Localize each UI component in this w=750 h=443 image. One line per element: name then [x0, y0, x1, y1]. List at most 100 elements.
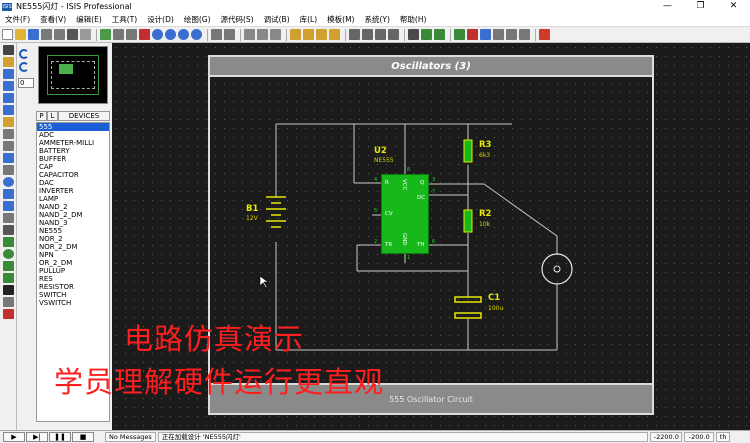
text-script-icon[interactable]: [3, 93, 14, 103]
minimize-button[interactable]: —: [651, 0, 684, 13]
tape-recorder-icon[interactable]: [3, 165, 14, 175]
pick-devices-button[interactable]: P: [36, 111, 47, 121]
stop-button[interactable]: ■: [72, 432, 94, 442]
list-item[interactable]: CAP: [37, 163, 109, 171]
save-icon[interactable]: [28, 29, 39, 40]
bus-icon[interactable]: [3, 105, 14, 115]
grid-icon[interactable]: [113, 29, 124, 40]
redo-icon[interactable]: [224, 29, 235, 40]
list-item[interactable]: RES: [37, 275, 109, 283]
menu-template[interactable]: 模板(M): [322, 14, 359, 25]
arc-icon[interactable]: [3, 261, 14, 271]
rotation-angle-field[interactable]: 0: [18, 78, 34, 88]
list-item[interactable]: NPN: [37, 251, 109, 259]
new-sheet-icon[interactable]: [454, 29, 465, 40]
list-item[interactable]: RESISTOR: [37, 283, 109, 291]
pick-device-icon[interactable]: [349, 29, 360, 40]
menu-design[interactable]: 设计(D): [142, 14, 179, 25]
pause-button[interactable]: ❚❚: [49, 432, 71, 442]
print-area-icon[interactable]: [80, 29, 91, 40]
menu-debug[interactable]: 调试(B): [259, 14, 295, 25]
import-icon[interactable]: [41, 29, 52, 40]
menu-graph[interactable]: 绘图(G): [179, 14, 216, 25]
wire-autorouter-icon[interactable]: [408, 29, 419, 40]
block-rotate-icon[interactable]: [316, 29, 327, 40]
property-assign-icon[interactable]: [434, 29, 445, 40]
export-icon[interactable]: [54, 29, 65, 40]
menu-system[interactable]: 系统(Y): [359, 14, 394, 25]
menu-help[interactable]: 帮助(H): [395, 14, 432, 25]
list-item[interactable]: DAC: [37, 179, 109, 187]
close-button[interactable]: ✕: [717, 0, 750, 13]
menu-tools[interactable]: 工具(T): [107, 14, 142, 25]
list-item[interactable]: LAMP: [37, 195, 109, 203]
maximize-button[interactable]: ❐: [684, 0, 717, 13]
overview-window[interactable]: [38, 46, 108, 104]
list-item[interactable]: AMMETER-MILLI: [37, 139, 109, 147]
symbol-icon[interactable]: [3, 297, 14, 307]
play-button[interactable]: ▶: [3, 432, 25, 442]
search-tag-icon[interactable]: [421, 29, 432, 40]
list-item[interactable]: SWITCH: [37, 291, 109, 299]
voltage-probe-icon[interactable]: [3, 189, 14, 199]
decompose-icon[interactable]: [388, 29, 399, 40]
ares-icon[interactable]: [539, 29, 550, 40]
path-icon[interactable]: [3, 273, 14, 283]
line-icon[interactable]: [3, 225, 14, 235]
block-move-icon[interactable]: [303, 29, 314, 40]
block-copy-icon[interactable]: [290, 29, 301, 40]
menu-library[interactable]: 库(L): [295, 14, 323, 25]
paste-icon[interactable]: [270, 29, 281, 40]
virtual-instruments-icon[interactable]: [3, 213, 14, 223]
list-item[interactable]: NAND_3: [37, 219, 109, 227]
list-item[interactable]: OR_2_DM: [37, 259, 109, 267]
menu-view[interactable]: 查看(V): [35, 14, 71, 25]
terminals-icon[interactable]: [3, 129, 14, 139]
list-item[interactable]: NOR_2_DM: [37, 243, 109, 251]
menu-source[interactable]: 源代码(S): [216, 14, 259, 25]
electrical-check-icon[interactable]: [506, 29, 517, 40]
step-button[interactable]: ▶|: [26, 432, 48, 442]
subcircuit-icon[interactable]: [3, 117, 14, 127]
zoom-in-icon[interactable]: [152, 29, 163, 40]
junction-dot-icon[interactable]: [3, 69, 14, 79]
list-item[interactable]: 555: [37, 123, 109, 131]
bill-of-materials-icon[interactable]: [493, 29, 504, 40]
zoom-all-icon[interactable]: [178, 29, 189, 40]
wire-label-icon[interactable]: [3, 81, 14, 91]
messages-indicator[interactable]: No Messages: [105, 432, 156, 442]
list-item[interactable]: NE555: [37, 227, 109, 235]
packaging-icon[interactable]: [375, 29, 386, 40]
open-file-icon[interactable]: [15, 29, 26, 40]
list-item[interactable]: NAND_2: [37, 203, 109, 211]
graph-icon[interactable]: [3, 153, 14, 163]
box-icon[interactable]: [3, 237, 14, 247]
list-item[interactable]: CAPACITOR: [37, 171, 109, 179]
component-mode-icon[interactable]: [3, 57, 14, 67]
list-item[interactable]: PULLUP: [37, 267, 109, 275]
undo-icon[interactable]: [211, 29, 222, 40]
list-item[interactable]: BATTERY: [37, 147, 109, 155]
zoom-out-icon[interactable]: [165, 29, 176, 40]
circle-icon[interactable]: [3, 249, 14, 259]
cut-icon[interactable]: [244, 29, 255, 40]
rotate-anticlockwise-icon[interactable]: [19, 62, 29, 72]
generator-icon[interactable]: [3, 177, 14, 187]
new-file-icon[interactable]: [2, 29, 13, 40]
marker-icon[interactable]: [3, 309, 14, 319]
pan-icon[interactable]: [139, 29, 150, 40]
redraw-icon[interactable]: [100, 29, 111, 40]
rotate-clockwise-icon[interactable]: [19, 49, 29, 59]
exit-to-parent-icon[interactable]: [480, 29, 491, 40]
library-manager-button[interactable]: L: [47, 111, 58, 121]
origin-icon[interactable]: [126, 29, 137, 40]
netlist-icon[interactable]: [519, 29, 530, 40]
current-probe-icon[interactable]: [3, 201, 14, 211]
copy-icon[interactable]: [257, 29, 268, 40]
remove-sheet-icon[interactable]: [467, 29, 478, 40]
selection-mode-icon[interactable]: [3, 45, 14, 55]
list-item[interactable]: NOR_2: [37, 235, 109, 243]
list-item[interactable]: INVERTER: [37, 187, 109, 195]
list-item[interactable]: BUFFER: [37, 155, 109, 163]
list-item[interactable]: ADC: [37, 131, 109, 139]
